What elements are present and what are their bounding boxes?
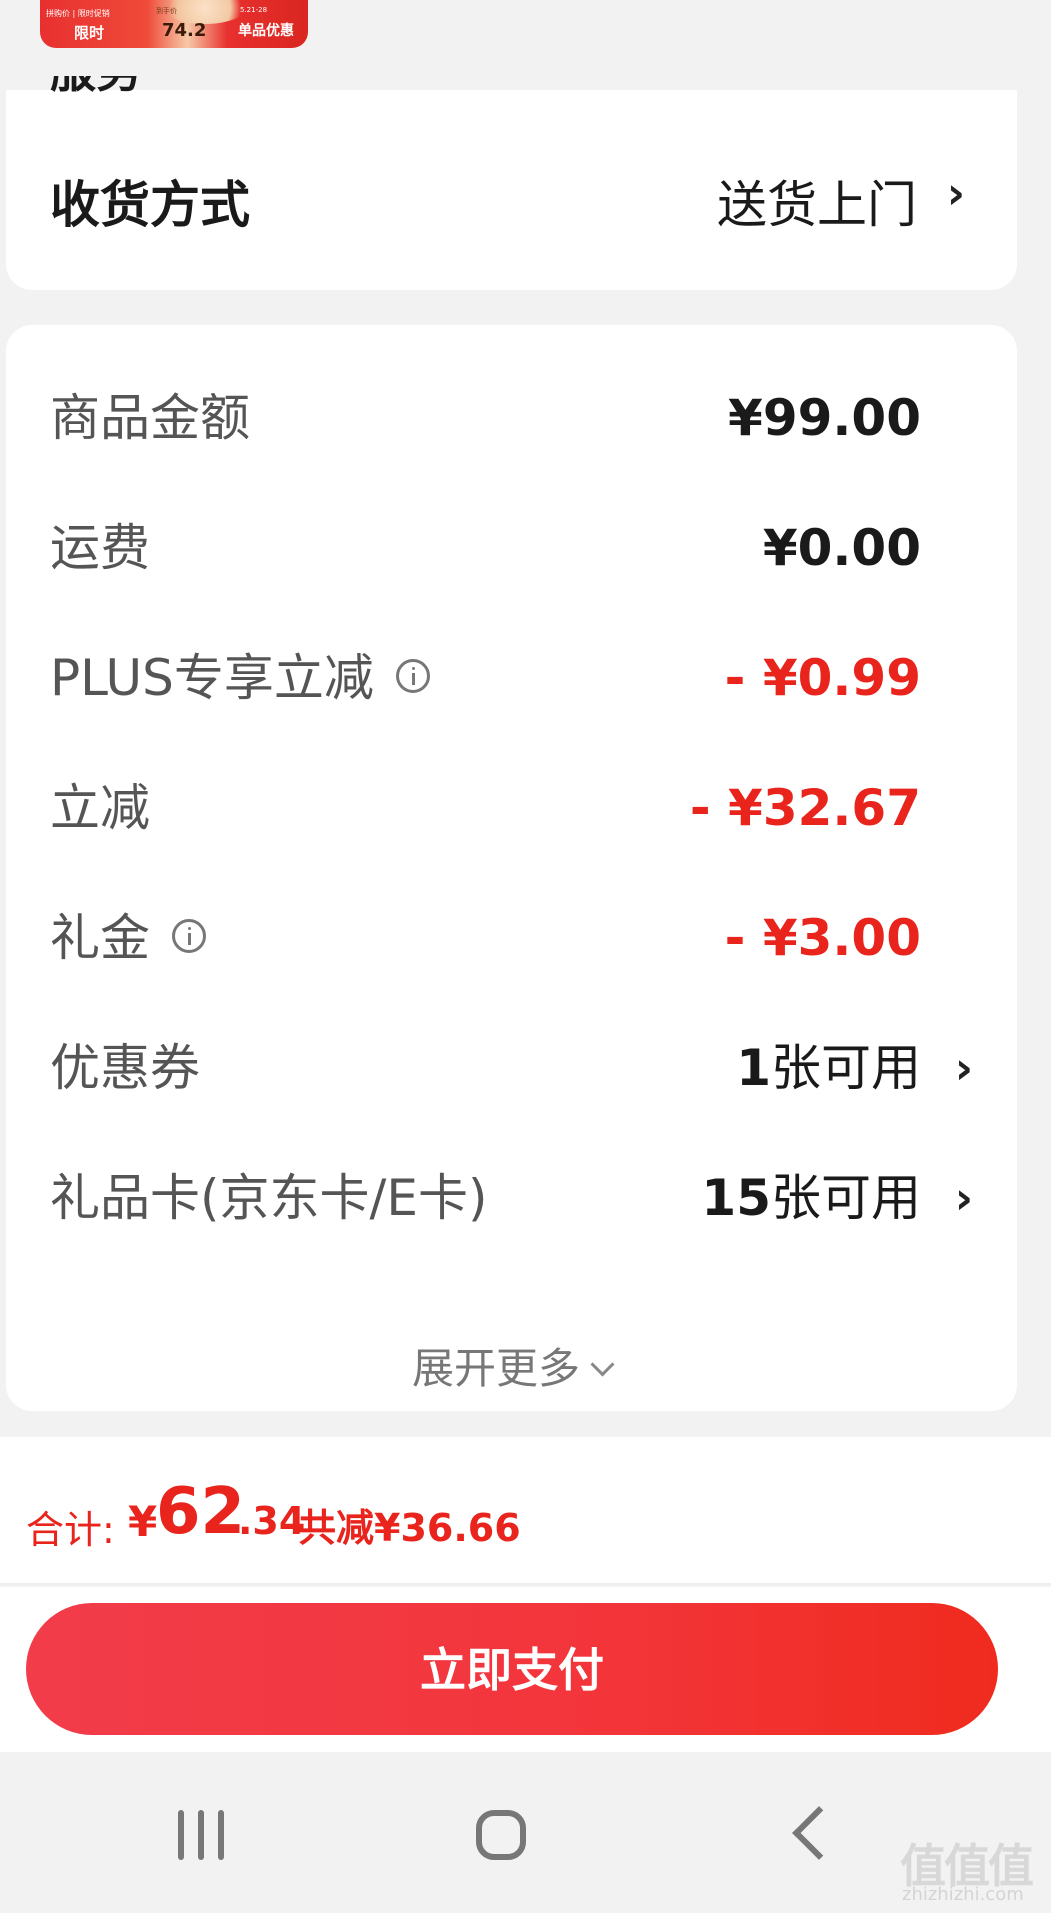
price-row-shipping-fee: 运费 ¥0.00 (50, 503, 973, 593)
price-row-value: - ¥32.67 (689, 779, 921, 837)
total-saved-amount: 共减¥36.66 (298, 1506, 521, 1550)
info-icon[interactable] (395, 658, 430, 693)
shipping-method-label: 收货方式 (50, 176, 250, 234)
price-row-value: 15张可用 (701, 1153, 921, 1243)
price-row-value: 1张可用 (736, 1023, 921, 1113)
price-row-label: PLUS专享立减 (50, 633, 430, 723)
promo-deal-label: 单品优惠 (238, 23, 294, 39)
chevron-right-icon: › (954, 1043, 973, 1094)
promo-price: 74.2 (162, 20, 207, 41)
shipping-card: 服务 收货方式 送货上门 › (6, 76, 1017, 290)
price-row-label: 运费 (50, 519, 150, 577)
divider (0, 1583, 1051, 1585)
info-icon[interactable] (172, 918, 206, 953)
price-row-gift-cards[interactable]: 礼品卡(京东卡/E卡) 15张可用 › (50, 1153, 973, 1243)
total-currency: ¥ (128, 1497, 158, 1546)
price-detail-card: 商品金额 ¥99.00 运费 ¥0.00 PLUS专享立减 - ¥0.99 立减… (6, 325, 1017, 1411)
promo-limit-label: 限时 (74, 24, 105, 42)
shipping-method-value: 送货上门 (717, 176, 917, 234)
price-row-label-text: PLUS专享立减 (50, 649, 374, 707)
expand-more-label: 展开更多 (411, 1344, 580, 1393)
total-amount-decimal: .34 (238, 1499, 306, 1543)
total-amount-integer: 62 (156, 1475, 246, 1549)
promo-price-label: 到手价 (156, 7, 177, 15)
system-navigation-bar (0, 1752, 1051, 1913)
price-row-coupons[interactable]: 优惠券 1张可用 › (50, 1023, 973, 1113)
price-row-gift-money: 礼金 - ¥3.00 (50, 893, 973, 983)
recent-apps-icon[interactable] (178, 1810, 224, 1860)
price-row-instant-discount: 立减 - ¥32.67 (50, 763, 973, 853)
price-row-label-text: 礼金 (50, 909, 150, 967)
product-promo-thumbnail[interactable]: 拼购价 | 限时促销 限时 到手价 74.2 5.21-28 单品优惠 (40, 0, 308, 48)
gift-card-available-text: 张可用 (771, 1169, 921, 1227)
promo-tag: 拼购价 | 限时促销 (46, 9, 110, 18)
price-row-value: ¥0.00 (762, 519, 921, 577)
watermark-url: zhizhizhi.com (902, 1884, 1024, 1905)
price-row-label: 立减 (50, 779, 150, 837)
home-icon[interactable] (476, 1810, 526, 1860)
pay-now-button[interactable]: 立即支付 (26, 1603, 998, 1735)
expand-more-button[interactable]: 展开更多 (6, 1335, 1017, 1396)
back-icon[interactable] (792, 1806, 846, 1860)
price-row-value: - ¥3.00 (724, 909, 921, 967)
coupon-count: 1 (736, 1039, 771, 1097)
price-row-label: 商品金额 (50, 389, 250, 447)
total-label: 合计: (26, 1508, 115, 1552)
coupon-available-text: 张可用 (771, 1039, 921, 1097)
price-row-value: - ¥0.99 (724, 649, 921, 707)
chevron-right-icon: › (946, 168, 965, 219)
chevron-down-icon (590, 1352, 615, 1377)
price-row-label: 礼品卡(京东卡/E卡) (50, 1169, 488, 1227)
pay-area: 立即支付 (0, 1587, 1051, 1752)
price-row-goods-amount: 商品金额 ¥99.00 (50, 373, 973, 463)
gift-card-count: 15 (701, 1169, 771, 1227)
price-row-value: ¥99.00 (728, 389, 921, 447)
order-total-bar: 合计: ¥ 62 .34 共减¥36.66 (0, 1437, 1051, 1585)
promo-date: 5.21-28 (240, 6, 268, 14)
price-row-label: 礼金 (50, 893, 206, 983)
partial-row-label: 服务 (50, 76, 142, 100)
price-row-plus-discount: PLUS专享立减 - ¥0.99 (50, 633, 973, 723)
chevron-right-icon: › (954, 1173, 973, 1224)
price-row-label: 优惠券 (50, 1039, 200, 1097)
